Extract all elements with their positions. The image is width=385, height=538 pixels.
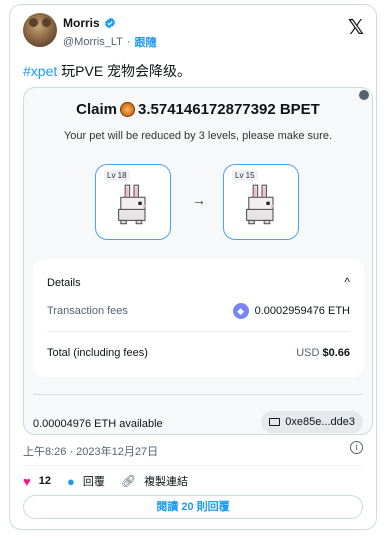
media-corner-dot bbox=[359, 90, 369, 100]
x-logo-icon[interactable]: 𝕏 bbox=[348, 15, 364, 40]
wallet-address: 0xe85e...dde3 bbox=[285, 416, 355, 428]
fee-value-row: ◆ 0.0002959476 ETH bbox=[232, 303, 350, 319]
claim-amount: 3.574146172877392 BPET bbox=[138, 101, 320, 118]
follow-button[interactable]: 跟隨 bbox=[135, 34, 157, 50]
read-replies-button[interactable]: 閱讀 20 則回覆 bbox=[23, 495, 363, 519]
link-icon: 🔗︎ bbox=[120, 474, 137, 488]
details-panel: Details ^ Transaction fees ◆ 0.000295947… bbox=[33, 259, 364, 377]
tweet-body: 玩PVE 宠物会降级。 bbox=[57, 63, 192, 79]
tweet-actions: ♥ 12 ● 回覆 🔗︎ 複製連結 bbox=[23, 473, 204, 489]
rabbit-pet-icon bbox=[246, 184, 275, 225]
media-divider bbox=[33, 394, 363, 395]
tweet-text: #xpet 玩PVE 宠物会降级。 bbox=[23, 61, 191, 81]
like-button[interactable]: ♥ 12 bbox=[23, 474, 51, 489]
author-handle-row: @Morris_LT · 跟隨 bbox=[63, 34, 157, 50]
hashtag-link[interactable]: #xpet bbox=[23, 63, 57, 79]
avatar-ear-left bbox=[29, 18, 38, 27]
total-currency: USD bbox=[296, 347, 320, 359]
claim-title: Claim 3.574146172877392 BPET bbox=[24, 101, 372, 118]
pet-card-after: Lv 15 bbox=[223, 164, 299, 240]
available-balance: 0.00004976 ETH available bbox=[33, 418, 163, 430]
claim-warning: Your pet will be reduced by 3 levels, pl… bbox=[63, 130, 333, 142]
wallet-icon bbox=[269, 418, 281, 426]
pet-card-before: Lv 18 bbox=[95, 164, 171, 240]
tweet-timestamp[interactable]: 上午8:26 · 2023年12月27日 bbox=[23, 443, 158, 459]
rabbit-pet-icon bbox=[118, 184, 147, 225]
pet-level-before: Lv 18 bbox=[104, 170, 130, 181]
avatar[interactable] bbox=[23, 13, 57, 47]
bpet-coin-icon bbox=[120, 102, 136, 117]
claim-prefix: Claim bbox=[76, 101, 118, 118]
reply-button[interactable]: ● 回覆 bbox=[67, 473, 105, 489]
author-name-row: Morris bbox=[63, 16, 116, 30]
details-divider bbox=[47, 331, 350, 332]
wallet-address-chip: 0xe85e...dde3 bbox=[261, 411, 363, 433]
pet-level-after: Lv 15 bbox=[232, 170, 258, 181]
ethereum-icon: ◆ bbox=[232, 303, 249, 319]
chevron-up-icon: ^ bbox=[344, 275, 350, 289]
fee-label: Transaction fees bbox=[47, 305, 128, 317]
fee-value: 0.0002959476 ETH bbox=[254, 305, 350, 317]
tweet-media-image[interactable]: Claim 3.574146172877392 BPET Your pet wi… bbox=[23, 87, 373, 435]
total-label: Total (including fees) bbox=[47, 347, 148, 359]
actions-divider bbox=[23, 465, 363, 466]
heart-icon: ♥ bbox=[23, 473, 31, 489]
info-icon[interactable]: i bbox=[350, 441, 363, 454]
copy-link-label: 複製連結 bbox=[144, 476, 189, 488]
author-handle[interactable]: @Morris_LT bbox=[63, 36, 123, 48]
reply-bubble-icon: ● bbox=[66, 473, 75, 489]
reply-label: 回覆 bbox=[82, 476, 105, 488]
verified-badge-icon bbox=[104, 17, 115, 29]
like-count: 12 bbox=[38, 475, 51, 487]
avatar-ear-right bbox=[42, 18, 51, 27]
total-value: USD $0.66 bbox=[296, 347, 350, 359]
author-name[interactable]: Morris bbox=[63, 16, 100, 30]
handle-separator: · bbox=[126, 36, 131, 48]
total-amount: $0.66 bbox=[322, 347, 350, 359]
tweet-card: Morris @Morris_LT · 跟隨 𝕏 #xpet 玩PVE 宠物会降… bbox=[9, 4, 377, 530]
details-title: Details bbox=[47, 277, 81, 289]
copy-link-button[interactable]: 🔗︎ 複製連結 bbox=[121, 473, 188, 489]
level-arrow-icon: → bbox=[192, 192, 206, 208]
